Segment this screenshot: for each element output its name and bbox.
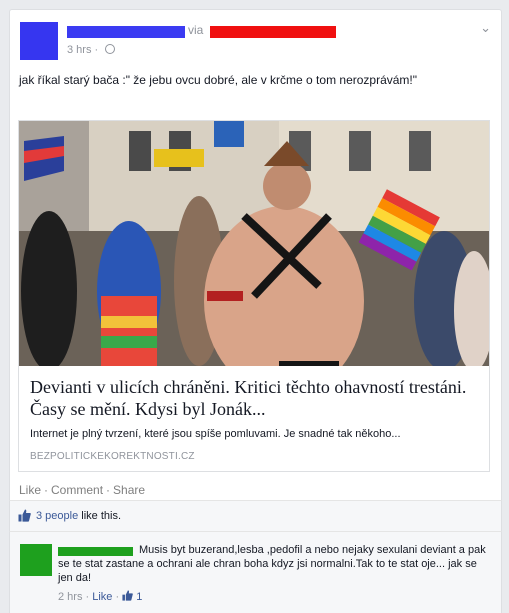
separator: · bbox=[44, 483, 49, 497]
link-title[interactable]: Devianti v ulicích chráněni. Kritici těc… bbox=[30, 376, 480, 420]
post-card: via 3 hrs · ⌄ jak říkal starý bača :" že… bbox=[9, 9, 502, 508]
likes-suffix: like this. bbox=[81, 510, 122, 522]
post-timestamp[interactable]: 3 hrs · bbox=[67, 44, 116, 56]
author-name-redacted[interactable] bbox=[67, 26, 185, 38]
comment-like-button[interactable]: Like bbox=[92, 591, 112, 603]
comment-button[interactable]: Comment bbox=[51, 483, 103, 497]
link-domain: BEZPOLITICKEKOREKTNOSTI.CZ bbox=[30, 451, 195, 462]
chevron-down-icon[interactable]: ⌄ bbox=[480, 20, 491, 36]
link-preview[interactable]: Devianti v ulicích chráněni. Kritici těc… bbox=[18, 120, 490, 472]
link-preview-photo[interactable] bbox=[19, 121, 489, 366]
comment: Musis byt buzerand,lesba ,pedofil a nebo… bbox=[9, 531, 502, 613]
post-time-text[interactable]: 3 hrs bbox=[67, 44, 91, 56]
thumbs-up-icon bbox=[122, 590, 134, 601]
post-status-text: jak říkal starý bača :" že jebu ovcu dob… bbox=[19, 73, 418, 87]
like-button[interactable]: Like bbox=[19, 483, 41, 497]
likes-count-link[interactable]: 3 people bbox=[36, 510, 78, 522]
comment-meta: 2 hrs · Like · 1 bbox=[58, 590, 143, 603]
parade-photo-image bbox=[19, 121, 489, 366]
likes-summary: 3 people like this. bbox=[36, 510, 121, 522]
via-label: via bbox=[188, 23, 204, 37]
via-page-redacted[interactable] bbox=[210, 26, 336, 38]
likes-bar: 3 people like this. bbox=[9, 500, 502, 531]
globe-icon bbox=[105, 44, 116, 54]
comment-time[interactable]: 2 hrs bbox=[58, 591, 82, 603]
thumbs-up-icon bbox=[18, 509, 31, 522]
link-description: Internet je plný tvrzení, které jsou spí… bbox=[30, 428, 401, 440]
commenter-avatar[interactable] bbox=[20, 544, 52, 576]
author-avatar[interactable] bbox=[20, 22, 58, 60]
separator: · bbox=[106, 483, 111, 497]
comment-like-count[interactable]: 1 bbox=[136, 591, 142, 603]
comment-text: Musis byt buzerand,lesba ,pedofil a nebo… bbox=[58, 544, 486, 584]
share-button[interactable]: Share bbox=[113, 483, 145, 497]
post-actions: Like · Comment · Share bbox=[19, 483, 145, 497]
